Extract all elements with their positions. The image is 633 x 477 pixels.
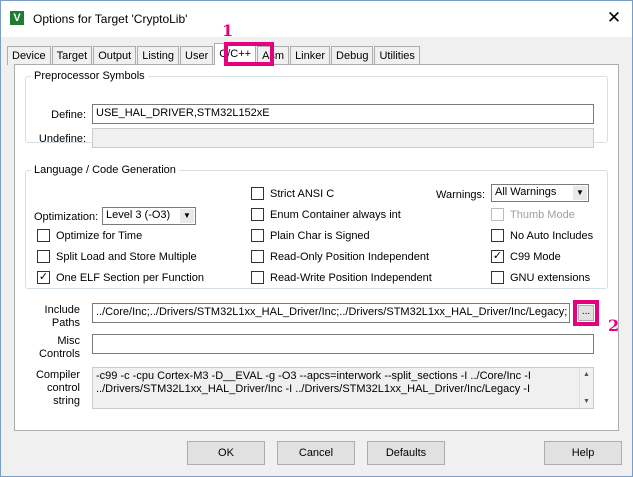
warnings-value: All Warnings <box>495 186 557 198</box>
no-auto-includes-checkbox[interactable]: No Auto Includes <box>491 229 593 242</box>
tab-c-cpp[interactable]: C/C++ <box>214 43 257 65</box>
warnings-select[interactable]: All Warnings ▼ <box>491 184 589 202</box>
optimize-time-checkbox[interactable]: Optimize for Time <box>37 229 142 242</box>
define-label: Define: <box>51 109 86 121</box>
language-legend: Language / Code Generation <box>34 164 176 176</box>
checkmark-icon: ✓ <box>37 271 50 284</box>
checkbox-box <box>251 271 264 284</box>
rw-pi-label: Read-Write Position Independent <box>270 271 432 284</box>
compiler-line2: ../Drivers/STM32L1xx_HAL_Driver/Inc -I .… <box>96 383 531 395</box>
keil-app-icon: V <box>10 11 24 25</box>
one-elf-label: One ELF Section per Function <box>56 271 204 284</box>
tab-device[interactable]: Device <box>7 46 51 65</box>
warnings-label: Warnings: <box>436 189 486 201</box>
include-label-line2: Paths <box>51 317 80 329</box>
optimize-time-label: Optimize for Time <box>56 229 143 242</box>
vertical-scrollbar[interactable]: ▲ ▼ <box>579 368 593 408</box>
cpp-options-panel: Preprocessor Symbols Define: USE_HAL_DRI… <box>14 64 619 431</box>
c99-mode-checkbox[interactable]: ✓ C99 Mode <box>491 250 561 263</box>
gnu-ext-checkbox[interactable]: GNU extensions <box>491 271 590 284</box>
close-button[interactable]: ✕ <box>600 5 628 31</box>
annotation-marker-1: 1 <box>222 21 234 40</box>
plain-char-checkbox[interactable]: Plain Char is Signed <box>251 229 370 242</box>
misc-label-line1: Misc <box>57 335 80 347</box>
no-auto-includes-label: No Auto Includes <box>510 229 594 242</box>
compiler-label-line2: control <box>46 382 80 394</box>
optimization-value: Level 3 (-O3) <box>106 209 171 221</box>
browse-include-button[interactable]: ... <box>578 305 594 321</box>
checkbox-box <box>251 187 264 200</box>
preprocessor-legend: Preprocessor Symbols <box>34 70 145 82</box>
checkbox-box <box>491 271 504 284</box>
checkbox-box <box>251 208 264 221</box>
define-field[interactable]: USE_HAL_DRIVER,STM32L152xE <box>92 104 594 124</box>
misc-label-line2: Controls <box>39 348 80 360</box>
chevron-down-icon: ▼ <box>180 209 194 223</box>
chevron-down-icon: ▼ <box>573 186 587 200</box>
optimization-label: Optimization: <box>34 211 99 223</box>
compiler-control-string: -c99 -c -cpu Cortex-M3 -D__EVAL -g -O3 -… <box>92 367 594 409</box>
annotation-marker-2: 2 <box>608 316 620 335</box>
optimization-select[interactable]: Level 3 (-O3) ▼ <box>102 207 196 225</box>
c99-mode-label: C99 Mode <box>510 250 561 263</box>
split-load-checkbox[interactable]: Split Load and Store Multiple <box>37 250 197 263</box>
tab-strip: Device Target Output Listing User C/C++ … <box>7 43 421 65</box>
strict-ansi-checkbox[interactable]: Strict ANSI C <box>251 187 334 200</box>
checkbox-box <box>251 250 264 263</box>
ro-pi-label: Read-Only Position Independent <box>270 250 429 263</box>
misc-controls-field[interactable] <box>92 334 594 354</box>
ok-button[interactable]: OK <box>187 441 265 465</box>
title-bar: V Options for Target 'CryptoLib' ✕ <box>1 1 632 37</box>
scroll-up-icon[interactable]: ▲ <box>580 368 593 381</box>
checkmark-icon: ✓ <box>491 250 504 263</box>
enum-container-label: Enum Container always int <box>270 208 401 221</box>
tab-listing[interactable]: Listing <box>137 46 180 65</box>
compiler-control-label: Compiler control string <box>17 369 80 408</box>
undefine-label: Undefine: <box>38 133 86 145</box>
ro-pi-checkbox[interactable]: Read-Only Position Independent <box>251 250 429 263</box>
undefine-field[interactable] <box>92 128 594 148</box>
misc-controls-label: Misc Controls <box>17 335 80 361</box>
compiler-label-line3: string <box>53 395 80 407</box>
options-dialog: V Options for Target 'CryptoLib' ✕ Devic… <box>0 0 633 477</box>
compiler-label-line1: Compiler <box>35 369 80 381</box>
tab-asm[interactable]: Asm <box>257 46 290 65</box>
dialog-body: Device Target Output Listing User C/C++ … <box>1 21 632 476</box>
tab-debug[interactable]: Debug <box>331 46 374 65</box>
strict-ansi-label: Strict ANSI C <box>270 187 335 200</box>
plain-char-label: Plain Char is Signed <box>270 229 370 242</box>
rw-pi-checkbox[interactable]: Read-Write Position Independent <box>251 271 432 284</box>
tab-target[interactable]: Target <box>51 46 93 65</box>
split-load-label: Split Load and Store Multiple <box>56 250 197 263</box>
gnu-ext-label: GNU extensions <box>510 271 591 284</box>
tab-user[interactable]: User <box>180 46 214 65</box>
checkbox-box <box>251 229 264 242</box>
defaults-button[interactable]: Defaults <box>367 441 445 465</box>
window-title: Options for Target 'CryptoLib' <box>33 12 188 26</box>
checkbox-box <box>37 250 50 263</box>
thumb-mode-checkbox: Thumb Mode <box>491 208 575 221</box>
include-paths-field[interactable]: ../Core/Inc;../Drivers/STM32L1xx_HAL_Dri… <box>92 303 570 323</box>
cancel-button[interactable]: Cancel <box>277 441 355 465</box>
tab-output[interactable]: Output <box>93 46 137 65</box>
include-label-line1: Include <box>44 304 80 316</box>
thumb-mode-label: Thumb Mode <box>510 208 575 221</box>
checkbox-box <box>491 208 504 221</box>
enum-container-checkbox[interactable]: Enum Container always int <box>251 208 401 221</box>
scroll-down-icon[interactable]: ▼ <box>580 395 593 408</box>
tab-utilities[interactable]: Utilities <box>374 46 420 65</box>
include-paths-label: Include Paths <box>17 304 80 330</box>
checkbox-box <box>491 229 504 242</box>
checkbox-box <box>37 229 50 242</box>
help-button[interactable]: Help <box>544 441 622 465</box>
compiler-line1: -c99 -c -cpu Cortex-M3 -D__EVAL -g -O3 -… <box>96 370 531 382</box>
tab-linker[interactable]: Linker <box>290 46 331 65</box>
one-elf-checkbox[interactable]: ✓ One ELF Section per Function <box>37 271 204 284</box>
